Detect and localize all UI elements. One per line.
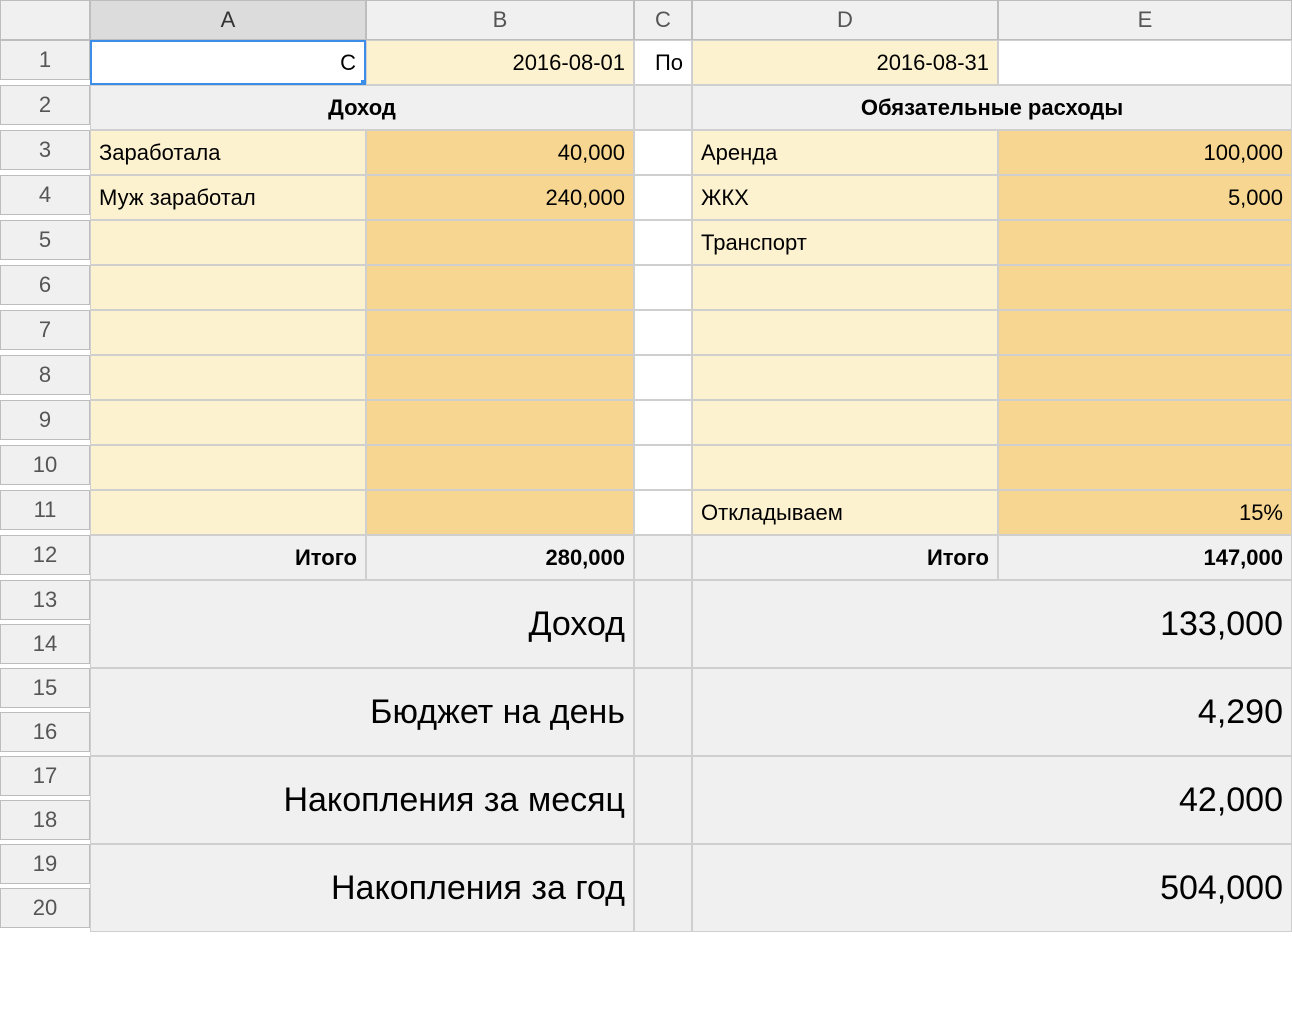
row-header-17[interactable]: 17 <box>0 756 90 796</box>
row-header-15[interactable]: 15 <box>0 668 90 708</box>
row-header-9[interactable]: 9 <box>0 400 90 440</box>
cell-A12[interactable]: Итого <box>90 535 366 580</box>
cell-B4[interactable]: 240,000 <box>366 175 634 220</box>
summary-value-0[interactable]: 133,000 <box>692 580 1292 668</box>
cell-D8[interactable] <box>692 355 998 400</box>
summary-label-2[interactable]: Накопления за месяц <box>90 756 634 844</box>
cell-B12[interactable]: 280,000 <box>366 535 634 580</box>
row-header-20[interactable]: 20 <box>0 888 90 928</box>
cell-E6[interactable] <box>998 265 1292 310</box>
summary-value-3[interactable]: 504,000 <box>692 844 1292 932</box>
cell-C3[interactable] <box>634 130 692 175</box>
cell-C11[interactable] <box>634 490 692 535</box>
cell-E3[interactable]: 100,000 <box>998 130 1292 175</box>
cell-E8[interactable] <box>998 355 1292 400</box>
expense-header[interactable]: Обязательные расходы <box>692 85 1292 130</box>
row-header-11[interactable]: 11 <box>0 490 90 530</box>
cell-D6[interactable] <box>692 265 998 310</box>
row-header-8[interactable]: 8 <box>0 355 90 395</box>
cell-D11[interactable]: Откладываем <box>692 490 998 535</box>
row-header-16[interactable]: 16 <box>0 712 90 752</box>
row-header-19[interactable]: 19 <box>0 844 90 884</box>
cell-C12[interactable] <box>634 535 692 580</box>
cell-B3[interactable]: 40,000 <box>366 130 634 175</box>
cell-D3[interactable]: Аренда <box>692 130 998 175</box>
col-header-A[interactable]: A <box>90 0 366 40</box>
summary-value-1[interactable]: 4,290 <box>692 668 1292 756</box>
cell-E11[interactable]: 15% <box>998 490 1292 535</box>
cell-A3[interactable]: Заработала <box>90 130 366 175</box>
row-header-2[interactable]: 2 <box>0 85 90 125</box>
cell-A8[interactable] <box>90 355 366 400</box>
cell-A5[interactable] <box>90 220 366 265</box>
cell-A1[interactable]: С <box>90 40 366 85</box>
selection-handle[interactable] <box>360 79 366 85</box>
row-header-13[interactable]: 13 <box>0 580 90 620</box>
row-header-14[interactable]: 14 <box>0 624 90 664</box>
cell-E7[interactable] <box>998 310 1292 355</box>
summary-label-1[interactable]: Бюджет на день <box>90 668 634 756</box>
cell-B11[interactable] <box>366 490 634 535</box>
cell-B10[interactable] <box>366 445 634 490</box>
col-header-C[interactable]: C <box>634 0 692 40</box>
row-header-5[interactable]: 5 <box>0 220 90 260</box>
cell-C10[interactable] <box>634 445 692 490</box>
cell-E9[interactable] <box>998 400 1292 445</box>
cell-D12[interactable]: Итого <box>692 535 998 580</box>
cell-E12[interactable]: 147,000 <box>998 535 1292 580</box>
cell-B7[interactable] <box>366 310 634 355</box>
cell-B9[interactable] <box>366 400 634 445</box>
cell-E10[interactable] <box>998 445 1292 490</box>
col-header-B[interactable]: B <box>366 0 634 40</box>
cell-C5[interactable] <box>634 220 692 265</box>
cell-C7[interactable] <box>634 310 692 355</box>
cell-C1[interactable]: По <box>634 40 692 85</box>
row-header-4[interactable]: 4 <box>0 175 90 215</box>
summary-gap-3[interactable] <box>634 844 692 932</box>
cell-D7[interactable] <box>692 310 998 355</box>
cell-D4[interactable]: ЖКХ <box>692 175 998 220</box>
cell-D1[interactable]: 2016-08-31 <box>692 40 998 85</box>
row-header-3[interactable]: 3 <box>0 130 90 170</box>
row-header-6[interactable]: 6 <box>0 265 90 305</box>
cell-D9[interactable] <box>692 400 998 445</box>
summary-gap-1[interactable] <box>634 668 692 756</box>
cell-C9[interactable] <box>634 400 692 445</box>
cell-A7[interactable] <box>90 310 366 355</box>
cell-E5[interactable] <box>998 220 1292 265</box>
summary-label-0[interactable]: Доход <box>90 580 634 668</box>
income-header[interactable]: Доход <box>90 85 634 130</box>
cell-A11[interactable] <box>90 490 366 535</box>
cell-B5[interactable] <box>366 220 634 265</box>
cell-C2[interactable] <box>634 85 692 130</box>
summary-value-2[interactable]: 42,000 <box>692 756 1292 844</box>
summary-gap-2[interactable] <box>634 756 692 844</box>
row-header-10[interactable]: 10 <box>0 445 90 485</box>
cell-B1[interactable]: 2016-08-01 <box>366 40 634 85</box>
row-header-1[interactable]: 1 <box>0 40 90 80</box>
spreadsheet-grid[interactable]: A B C D E 1 С 2016-08-01 По 2016-08-31 2… <box>0 0 1292 932</box>
cell-C4[interactable] <box>634 175 692 220</box>
col-header-E[interactable]: E <box>998 0 1292 40</box>
cell-B8[interactable] <box>366 355 634 400</box>
cell-A4[interactable]: Муж заработал <box>90 175 366 220</box>
cell-A1-value: С <box>340 50 356 76</box>
col-header-D[interactable]: D <box>692 0 998 40</box>
cell-D5[interactable]: Транспорт <box>692 220 998 265</box>
cell-D10[interactable] <box>692 445 998 490</box>
summary-label-3[interactable]: Накопления за год <box>90 844 634 932</box>
cell-A6[interactable] <box>90 265 366 310</box>
row-header-18[interactable]: 18 <box>0 800 90 840</box>
row-header-7[interactable]: 7 <box>0 310 90 350</box>
row-header-12[interactable]: 12 <box>0 535 90 575</box>
cell-C6[interactable] <box>634 265 692 310</box>
summary-gap-0[interactable] <box>634 580 692 668</box>
cell-E4[interactable]: 5,000 <box>998 175 1292 220</box>
cell-B6[interactable] <box>366 265 634 310</box>
cell-A10[interactable] <box>90 445 366 490</box>
select-all-corner[interactable] <box>0 0 90 40</box>
cell-A9[interactable] <box>90 400 366 445</box>
cell-E1[interactable] <box>998 40 1292 85</box>
cell-C8[interactable] <box>634 355 692 400</box>
